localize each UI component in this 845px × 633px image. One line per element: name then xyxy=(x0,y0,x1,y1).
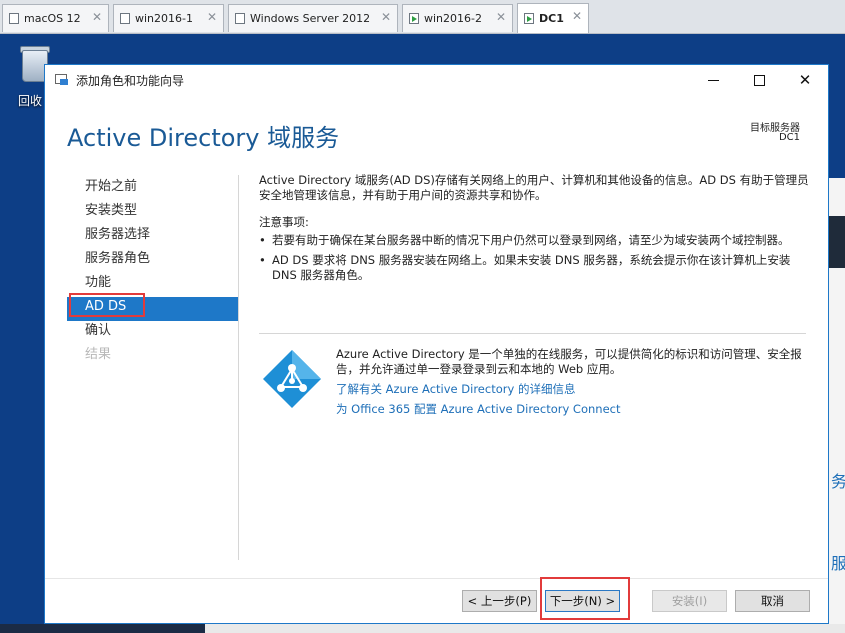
background-window-text: 服 xyxy=(831,554,845,573)
close-icon[interactable]: ✕ xyxy=(381,10,391,24)
button-bar-divider xyxy=(45,578,828,579)
ad-ds-description: Active Directory 域服务(AD DS)存储有关网络上的用户、计算… xyxy=(259,173,809,288)
vm-tab-win2016-2[interactable]: win2016-2 ✕ xyxy=(402,4,513,32)
vm-tab-label: Windows Server 2012 xyxy=(250,12,371,25)
note-item: 若要有助于确保在某台服务器中断的情况下用户仍然可以登录到网络，请至少为域安装两个… xyxy=(259,233,809,248)
minimize-icon xyxy=(707,79,719,81)
destination-server-value: DC1 xyxy=(778,132,800,143)
vm-tab-label: win2016-2 xyxy=(424,12,482,25)
nav-item-ad-ds[interactable]: AD DS xyxy=(67,297,239,321)
minimize-button[interactable] xyxy=(690,65,736,95)
nav-item-server-roles[interactable]: 服务器角色 xyxy=(67,249,239,273)
previous-button[interactable]: < 上一步(P) xyxy=(462,590,537,612)
background-window: 务 服 xyxy=(829,178,845,633)
nav-item-installation-type[interactable]: 安装类型 xyxy=(67,201,239,225)
vm-icon xyxy=(9,13,19,24)
install-button: 安装(I) xyxy=(652,590,727,612)
nav-divider xyxy=(238,175,239,560)
vm-tab-label: macOS 12 xyxy=(24,12,81,25)
content-divider xyxy=(259,333,806,334)
nav-item-before-you-begin[interactable]: 开始之前 xyxy=(67,177,239,201)
azure-info: Azure Active Directory 是一个单独的在线服务，可以提供简化… xyxy=(336,347,811,417)
close-icon[interactable]: ✕ xyxy=(496,10,506,24)
azure-ad-icon xyxy=(263,350,321,408)
nav-item-results: 结果 xyxy=(85,347,112,362)
vm-tab-dc1[interactable]: DC1 ✕ xyxy=(517,3,589,33)
add-roles-wizard-window: 添加角色和功能向导 ✕ Active Directory 域服务 目标服务器 D… xyxy=(44,64,829,624)
vm-tab-windows-server-2012[interactable]: Windows Server 2012 ✕ xyxy=(228,4,398,32)
title-bar[interactable]: 添加角色和功能向导 ✕ xyxy=(45,65,828,95)
close-icon: ✕ xyxy=(798,71,812,89)
maximize-icon xyxy=(753,74,765,86)
vm-running-icon xyxy=(409,13,419,24)
next-button[interactable]: 下一步(N) > xyxy=(545,590,620,612)
vm-tab-macos[interactable]: macOS 12 ✕ xyxy=(2,4,109,32)
maximize-button[interactable] xyxy=(736,65,782,95)
configure-azure-ad-connect-link[interactable]: 为 Office 365 配置 Azure Active Directory C… xyxy=(336,402,811,417)
vm-tab-strip: macOS 12 ✕ win2016-1 ✕ Windows Server 20… xyxy=(0,0,845,34)
intro-text: Active Directory 域服务(AD DS)存储有关网络上的用户、计算… xyxy=(259,173,809,202)
nav-item-server-selection[interactable]: 服务器选择 xyxy=(67,225,239,249)
nav-item-features[interactable]: 功能 xyxy=(67,273,239,297)
vm-tab-label: win2016-1 xyxy=(135,12,193,25)
close-icon[interactable]: ✕ xyxy=(92,10,102,24)
notes-list: 若要有助于确保在某台服务器中断的情况下用户仍然可以登录到网络，请至少为域安装两个… xyxy=(259,233,809,283)
nav-item-confirmation[interactable]: 确认 xyxy=(67,321,239,345)
vm-icon xyxy=(120,13,130,24)
recycle-bin-label: 回收 xyxy=(18,94,43,108)
azure-description: Azure Active Directory 是一个单独的在线服务，可以提供简化… xyxy=(336,347,802,376)
close-icon[interactable]: ✕ xyxy=(572,9,582,23)
vm-running-icon xyxy=(524,13,534,24)
page-title: Active Directory 域服务 xyxy=(67,124,340,152)
vm-icon xyxy=(235,13,245,24)
close-button[interactable]: ✕ xyxy=(782,65,828,95)
window-title: 添加角色和功能向导 xyxy=(76,74,185,88)
notes-title: 注意事项: xyxy=(259,215,309,229)
wizard-steps-nav: 开始之前 安装类型 服务器选择 服务器角色 功能 AD DS 确认 结果 xyxy=(67,177,239,369)
note-item: AD DS 要求将 DNS 服务器安装在网络上。如果未安装 DNS 服务器，系统… xyxy=(259,253,809,283)
taskbar-edge xyxy=(0,624,845,633)
server-manager-icon xyxy=(55,74,69,86)
cancel-button[interactable]: 取消 xyxy=(735,590,810,612)
vm-tab-label: DC1 xyxy=(539,12,564,25)
background-window-text: 务 xyxy=(831,472,845,491)
learn-azure-ad-link[interactable]: 了解有关 Azure Active Directory 的详细信息 xyxy=(336,382,811,397)
close-icon[interactable]: ✕ xyxy=(207,10,217,24)
vm-tab-win2016-1[interactable]: win2016-1 ✕ xyxy=(113,4,224,32)
